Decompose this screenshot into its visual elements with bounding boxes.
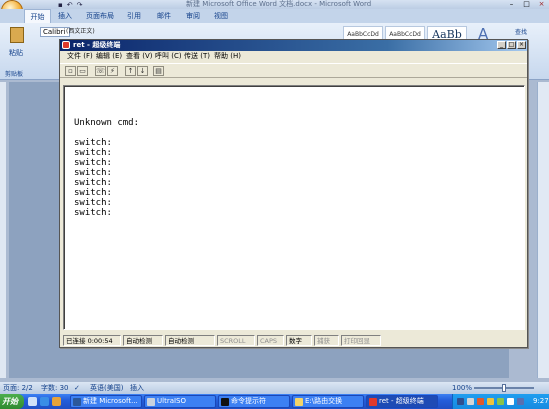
capture-indicator: 捕获 bbox=[314, 335, 339, 346]
hyperterminal-titlebar[interactable]: ret - 超级终端 _ □ × bbox=[60, 40, 527, 51]
word-minimize-button[interactable]: – bbox=[505, 0, 518, 8]
auto-detect-2: 自动检测 bbox=[165, 335, 215, 346]
menu-edit[interactable]: 编辑 (E) bbox=[96, 51, 122, 62]
volume-icon[interactable] bbox=[507, 398, 514, 405]
word-count[interactable]: 字数: 30 bbox=[41, 382, 69, 394]
menu-file[interactable]: 文件 (F) bbox=[67, 51, 93, 62]
taskbar-ultraiso[interactable]: UltraISO bbox=[144, 395, 216, 408]
taskbar-word[interactable]: 新建 Microsoft... bbox=[70, 395, 142, 408]
proofing-icon[interactable]: ✓ bbox=[74, 382, 80, 394]
redo-icon[interactable]: ↷ bbox=[77, 1, 83, 9]
page-count[interactable]: 页面: 2/2 bbox=[3, 382, 33, 394]
network-icon[interactable] bbox=[467, 398, 474, 405]
word-titlebar: ▪ ↶ ↷ 新建 Microsoft Office Word 文档.docx -… bbox=[0, 0, 549, 9]
vertical-ruler bbox=[0, 82, 6, 378]
hyperterminal-icon bbox=[369, 398, 377, 406]
connection-time: 已连接 0:00:54 bbox=[63, 335, 121, 346]
scroll-lock-indicator: SCROLL bbox=[217, 335, 255, 346]
undo-icon[interactable]: ↶ bbox=[67, 1, 73, 9]
tab-home[interactable]: 开始 bbox=[24, 9, 51, 23]
taskbar-cmd[interactable]: 命令提示符 bbox=[218, 395, 290, 408]
taskbar-ultraiso-label: UltraISO bbox=[157, 397, 186, 405]
font-script-label: (西文正文) bbox=[66, 28, 95, 35]
open-icon[interactable]: ▭ bbox=[77, 66, 88, 76]
system-tray: 9:27 bbox=[452, 394, 549, 409]
zoom-level[interactable]: 100% bbox=[452, 382, 472, 394]
update-icon[interactable] bbox=[497, 398, 504, 405]
ribbon-tabs: 开始 插入 页面布局 引用 邮件 审阅 视图 bbox=[0, 9, 549, 23]
cmd-icon bbox=[221, 398, 229, 406]
taskbar-hyperterminal-label: ret - 超级终端 bbox=[379, 397, 424, 405]
tab-references[interactable]: 引用 bbox=[127, 9, 141, 23]
taskbar-folder[interactable]: E:\路由交换 bbox=[292, 395, 364, 408]
language[interactable]: 英语(美国) bbox=[90, 382, 123, 394]
menu-call[interactable]: 呼叫 (C) bbox=[155, 51, 182, 62]
tab-page-layout[interactable]: 页面布局 bbox=[86, 9, 114, 23]
menu-view[interactable]: 查看 (V) bbox=[126, 51, 152, 62]
zoom-slider-thumb[interactable] bbox=[502, 384, 506, 392]
auto-detect-1: 自动检测 bbox=[123, 335, 163, 346]
show-desktop-icon[interactable] bbox=[28, 397, 37, 406]
word-icon bbox=[73, 398, 81, 406]
security-icon[interactable] bbox=[487, 398, 494, 405]
hyperterminal-statusbar: 已连接 0:00:54 自动检测 自动检测 SCROLL CAPS 数字 捕获 … bbox=[60, 334, 527, 347]
send-icon[interactable]: ↑ bbox=[125, 66, 136, 76]
num-indicator: 数字 bbox=[286, 335, 312, 346]
tab-view[interactable]: 视图 bbox=[214, 9, 228, 23]
hyperterminal-title: ret - 超级终端 bbox=[73, 41, 121, 49]
word-window-title: 新建 Microsoft Office Word 文档.docx - Micro… bbox=[186, 0, 372, 8]
taskbar-word-label: 新建 Microsoft... bbox=[83, 397, 138, 405]
antivirus-icon[interactable] bbox=[477, 398, 484, 405]
save-icon[interactable]: ▪ bbox=[58, 1, 63, 9]
print-echo-indicator: 打印回显 bbox=[341, 335, 381, 346]
properties-icon[interactable]: ▤ bbox=[153, 66, 164, 76]
taskbar-folder-label: E:\路由交换 bbox=[305, 397, 343, 405]
menu-help[interactable]: 帮助 (H) bbox=[214, 51, 241, 62]
tab-mailings[interactable]: 邮件 bbox=[157, 9, 171, 23]
caps-indicator: CAPS bbox=[257, 335, 284, 346]
paste-icon[interactable] bbox=[10, 27, 24, 43]
paste-group: 粘贴 剪贴板 bbox=[3, 25, 37, 78]
taskbar: 开始 新建 Microsoft... UltraISO 命令提示符 E:\路由交… bbox=[0, 394, 549, 409]
hyperterminal-menubar: 文件 (F) 编辑 (E) 查看 (V) 呼叫 (C) 传送 (T) 帮助 (H… bbox=[60, 51, 527, 62]
minimize-button[interactable]: _ bbox=[497, 41, 506, 49]
word-statusbar: 页面: 2/2 字数: 30 ✓ 英语(美国) 插入 100% bbox=[0, 382, 549, 394]
new-connection-icon[interactable]: ▫ bbox=[65, 66, 76, 76]
ie-icon[interactable] bbox=[40, 397, 49, 406]
terminal-output: Unknown cmd: switch: switch: switch: swi… bbox=[74, 118, 140, 218]
disconnect-icon[interactable]: ⚡ bbox=[107, 66, 118, 76]
terminal-screen[interactable]: Unknown cmd: switch: switch: switch: swi… bbox=[63, 85, 525, 330]
paste-button-label[interactable]: 粘贴 bbox=[9, 48, 23, 58]
folder-icon bbox=[295, 398, 303, 406]
clock[interactable]: 9:27 bbox=[533, 394, 549, 409]
clipboard-group-label: 剪贴板 bbox=[5, 71, 24, 78]
word-close-button[interactable]: × bbox=[535, 0, 548, 8]
quick-access-toolbar: ▪ ↶ ↷ bbox=[28, 0, 83, 9]
insert-mode[interactable]: 插入 bbox=[130, 382, 144, 394]
call-icon[interactable]: ☏ bbox=[95, 66, 106, 76]
tab-review[interactable]: 审阅 bbox=[186, 9, 200, 23]
find-button[interactable]: 查找 bbox=[515, 27, 527, 36]
hyperterminal-window: ret - 超级终端 _ □ × 文件 (F) 编辑 (E) 查看 (V) 呼叫… bbox=[59, 39, 528, 348]
tab-insert[interactable]: 插入 bbox=[58, 9, 72, 23]
maximize-button[interactable]: □ bbox=[507, 41, 516, 49]
hyperterminal-app-icon[interactable] bbox=[62, 41, 70, 49]
taskbar-hyperterminal[interactable]: ret - 超级终端 bbox=[366, 395, 438, 408]
input-method-icon[interactable] bbox=[457, 398, 464, 405]
close-button[interactable]: × bbox=[517, 41, 526, 49]
vertical-scrollbar[interactable] bbox=[537, 82, 549, 378]
menu-transfer[interactable]: 传送 (T) bbox=[184, 51, 210, 62]
receive-icon[interactable]: ↓ bbox=[137, 66, 148, 76]
display-icon[interactable] bbox=[517, 398, 524, 405]
word-maximize-button[interactable]: □ bbox=[520, 0, 533, 8]
taskbar-cmd-label: 命令提示符 bbox=[231, 397, 266, 405]
media-icon[interactable] bbox=[52, 397, 61, 406]
hyperterminal-toolbar: ▫ ▭ ☏ ⚡ ↑ ↓ ▤ bbox=[60, 63, 527, 78]
start-button[interactable]: 开始 bbox=[0, 394, 24, 409]
ultraiso-icon bbox=[147, 398, 155, 406]
